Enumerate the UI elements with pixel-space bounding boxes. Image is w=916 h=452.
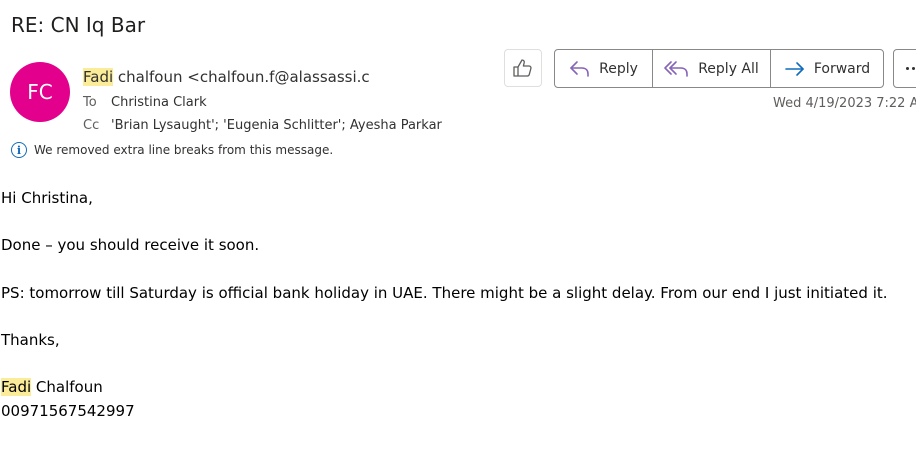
body-thanks: Thanks,	[1, 331, 60, 349]
cc-recipients[interactable]: 'Brian Lysaught'; 'Eugenia Schlitter'; A…	[111, 118, 442, 133]
sender-line[interactable]: Fadi chalfoun <chalfoun.f@alassassi.c	[83, 68, 370, 86]
reply-all-icon	[664, 60, 689, 77]
reply-all-label: Reply All	[698, 60, 759, 77]
cc-label: Cc	[83, 118, 100, 133]
info-bar: i We removed extra line breaks from this…	[11, 142, 333, 158]
sent-date: Wed 4/19/2023 7:22 A	[773, 96, 916, 111]
sender-name-email: chalfoun <chalfoun.f@alassassi.c	[113, 68, 370, 86]
reply-button[interactable]: Reply	[555, 50, 652, 87]
to-recipients[interactable]: Christina Clark	[111, 95, 207, 110]
more-actions-button[interactable]	[893, 49, 916, 88]
reply-label: Reply	[599, 60, 638, 77]
more-icon	[906, 67, 916, 70]
signature-phone: 00971567542997	[1, 402, 135, 420]
forward-arrow-icon	[785, 61, 804, 76]
email-subject: RE: CN Iq Bar	[11, 13, 146, 37]
reply-all-button[interactable]: Reply All	[652, 50, 770, 87]
body-line-2: PS: tomorrow till Saturday is official b…	[1, 284, 888, 302]
thumbs-up-icon	[513, 59, 532, 77]
sender-first-name: Fadi	[83, 68, 114, 86]
signature-last-name: Chalfoun	[31, 378, 103, 396]
like-button[interactable]	[504, 49, 542, 87]
avatar[interactable]: FC	[10, 62, 70, 122]
body-line-1: Done – you should receive it soon.	[1, 236, 260, 254]
signature-first-name: Fadi	[1, 378, 32, 396]
info-icon: i	[11, 142, 27, 158]
reply-icon	[570, 60, 589, 77]
info-notice: We removed extra line breaks from this m…	[34, 143, 334, 157]
signature-name: Fadi Chalfoun	[1, 378, 103, 396]
forward-label: Forward	[813, 60, 871, 77]
response-button-group: Reply Reply All Forward	[554, 49, 884, 88]
to-label: To	[83, 95, 97, 110]
body-greeting: Hi Christina,	[1, 189, 93, 207]
forward-button[interactable]: Forward	[770, 50, 883, 87]
